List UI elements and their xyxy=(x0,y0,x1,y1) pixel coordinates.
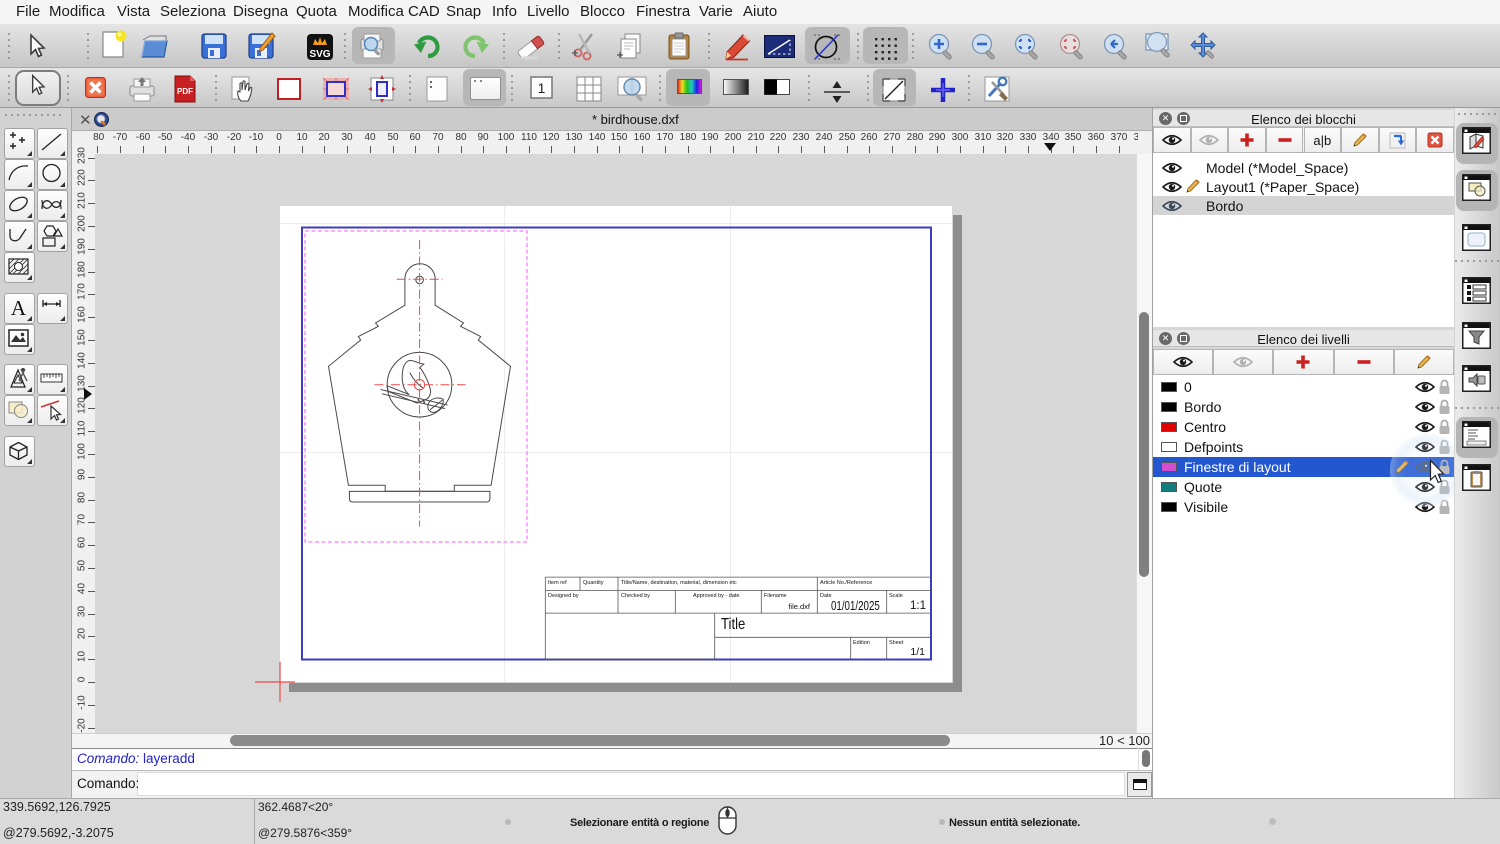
svg-text:SVG: SVG xyxy=(309,49,330,60)
svg-text:PDF: PDF xyxy=(177,87,193,96)
svg-text:A: A xyxy=(11,296,27,320)
svg-text:1: 1 xyxy=(538,80,546,96)
